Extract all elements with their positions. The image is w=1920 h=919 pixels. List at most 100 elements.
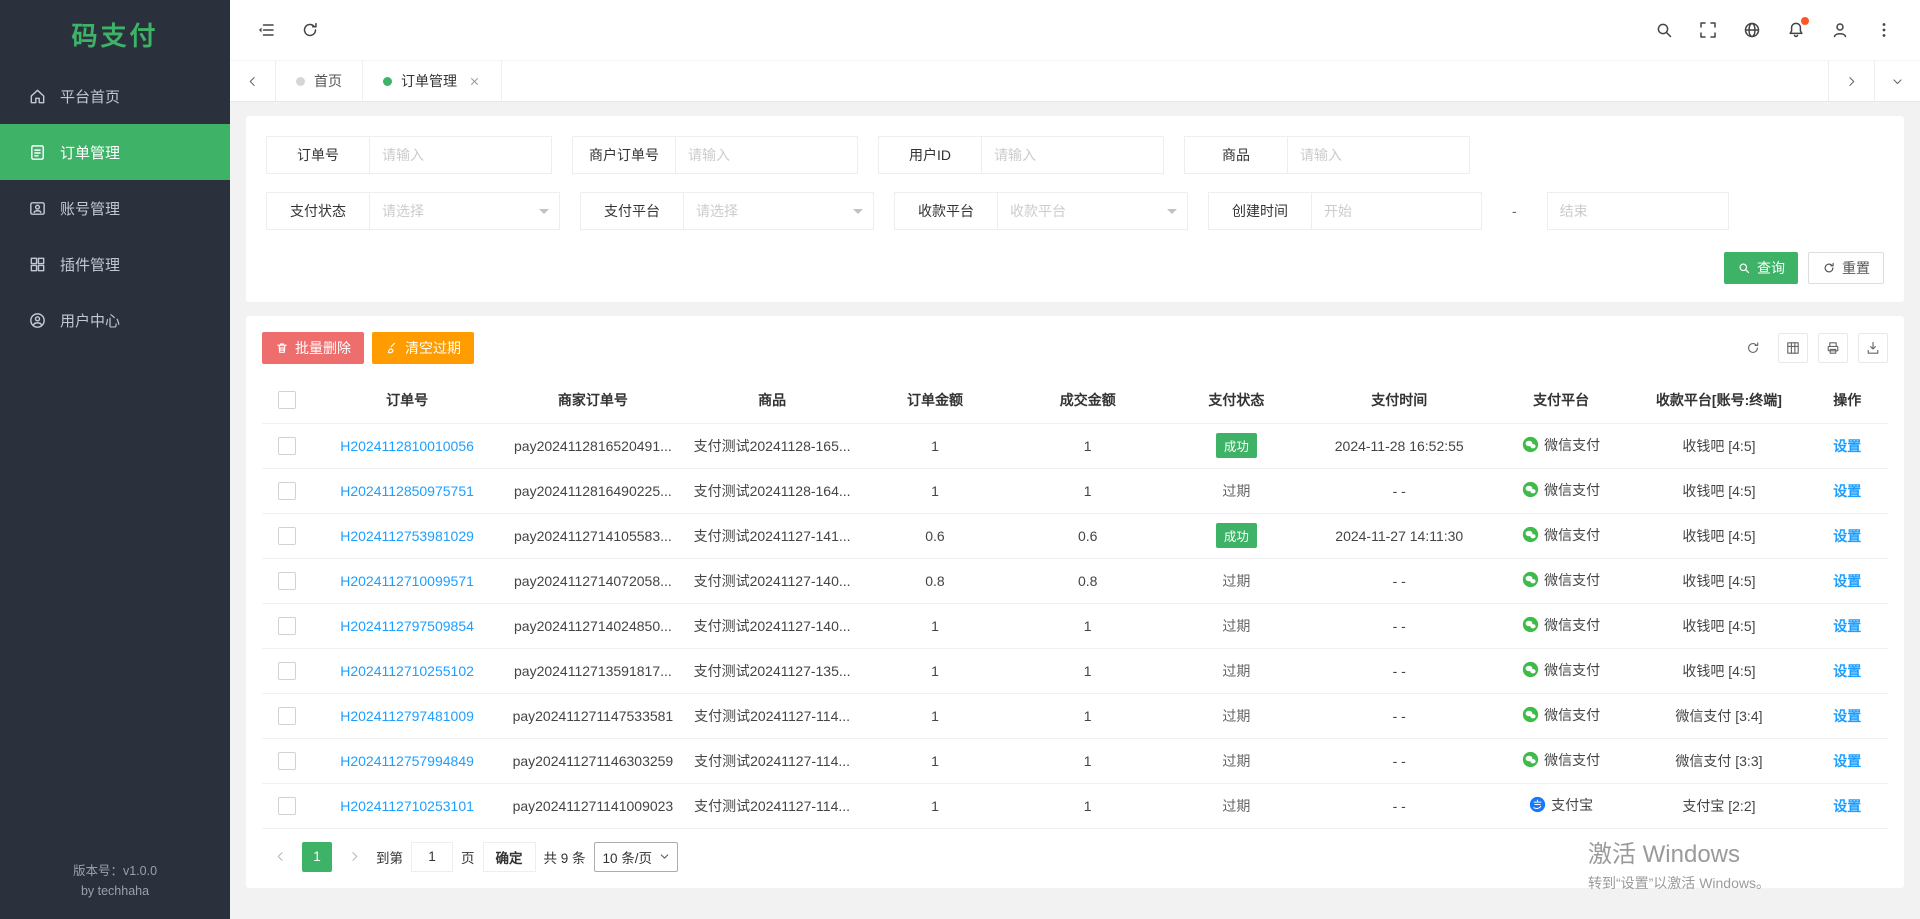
- order-no-link[interactable]: H2024112797481009: [340, 708, 474, 724]
- sidebar-item-account-management[interactable]: 账号管理: [0, 180, 230, 236]
- language-button[interactable]: [1730, 8, 1774, 52]
- tabs-menu-button[interactable]: [1874, 61, 1920, 101]
- tab-label: 订单管理: [401, 71, 457, 91]
- fullscreen-button[interactable]: [1686, 8, 1730, 52]
- order-no-input[interactable]: [370, 136, 552, 174]
- row-checkbox[interactable]: [278, 797, 296, 815]
- select-all-checkbox[interactable]: [278, 391, 296, 409]
- clear-expired-button[interactable]: 清空过期: [372, 332, 474, 364]
- trash-icon: [275, 341, 289, 355]
- broom-icon: [385, 341, 399, 355]
- settings-link[interactable]: 设置: [1833, 663, 1861, 679]
- refresh-icon: [300, 20, 320, 40]
- row-checkbox[interactable]: [278, 527, 296, 545]
- goto-page-input[interactable]: [411, 842, 453, 872]
- product-name: 支付测试20241128-165...: [694, 438, 851, 454]
- confirm-page-button[interactable]: 确定: [483, 842, 536, 872]
- tab-home[interactable]: 首页: [276, 61, 363, 101]
- order-no-link[interactable]: H2024112710255102: [340, 663, 474, 679]
- next-page-button[interactable]: [340, 842, 368, 872]
- filter-label: 支付平台: [580, 192, 684, 230]
- search-button[interactable]: [1642, 8, 1686, 52]
- pay-platform-select[interactable]: 请选择: [684, 192, 874, 230]
- status-text: 过期: [1222, 573, 1250, 589]
- prev-page-button[interactable]: [266, 842, 294, 872]
- order-no-link[interactable]: H2024112850975751: [340, 483, 474, 499]
- start-date-input[interactable]: [1312, 192, 1482, 230]
- notifications-button[interactable]: [1774, 8, 1818, 52]
- order-no-link[interactable]: H2024112757994849: [340, 753, 474, 769]
- settings-link[interactable]: 设置: [1833, 708, 1861, 724]
- settings-link[interactable]: 设置: [1833, 438, 1861, 454]
- settings-link[interactable]: 设置: [1833, 753, 1861, 769]
- page-label: 页: [461, 847, 475, 867]
- main-area: 首页 订单管理 订单号 商户订单号: [230, 0, 1920, 919]
- table-row: H2024112710253101 pay202411271141009023 …: [262, 783, 1888, 828]
- refresh-table-button[interactable]: [1738, 333, 1768, 363]
- sidebar-item-label: 用户中心: [60, 310, 120, 331]
- col-product: 商品: [685, 378, 860, 423]
- sidebar-item-user-center[interactable]: 用户中心: [0, 292, 230, 348]
- row-checkbox[interactable]: [278, 707, 296, 725]
- order-no-link[interactable]: H2024112710099571: [340, 573, 474, 589]
- product-input[interactable]: [1288, 136, 1470, 174]
- settings-link[interactable]: 设置: [1833, 798, 1861, 814]
- settings-link[interactable]: 设置: [1833, 573, 1861, 589]
- settings-link[interactable]: 设置: [1833, 483, 1861, 499]
- merchant-order-no-input[interactable]: [676, 136, 858, 174]
- merchant-order-no: pay202411271146303259: [513, 753, 674, 769]
- batch-delete-button[interactable]: 批量删除: [262, 332, 364, 364]
- more-icon: [1874, 20, 1894, 40]
- order-no-link[interactable]: H2024112753981029: [340, 528, 474, 544]
- filter-actions: 查询 重置: [266, 252, 1884, 284]
- settings-link[interactable]: 设置: [1833, 618, 1861, 634]
- filter-label: 支付状态: [266, 192, 370, 230]
- search-icon: [1737, 261, 1751, 275]
- row-checkbox[interactable]: [278, 662, 296, 680]
- user-id-input[interactable]: [982, 136, 1164, 174]
- end-date-input[interactable]: [1547, 192, 1729, 230]
- collect-platform-select[interactable]: 收款平台: [998, 192, 1188, 230]
- row-checkbox[interactable]: [278, 572, 296, 590]
- user-profile-button[interactable]: [1818, 8, 1862, 52]
- status-text: 过期: [1222, 798, 1250, 814]
- more-options-button[interactable]: [1862, 8, 1906, 52]
- row-checkbox[interactable]: [278, 437, 296, 455]
- order-icon: [28, 143, 47, 162]
- settings-link[interactable]: 设置: [1833, 528, 1861, 544]
- print-button[interactable]: [1818, 333, 1848, 363]
- collect-account: 收钱吧 [4:5]: [1682, 618, 1755, 634]
- tabs-scroll-right-button[interactable]: [1828, 61, 1874, 101]
- column-filter-button[interactable]: [1778, 333, 1808, 363]
- order-no-link[interactable]: H2024112710253101: [340, 798, 474, 814]
- order-no-link[interactable]: H2024112797509854: [340, 618, 474, 634]
- close-tab-button[interactable]: [468, 75, 481, 88]
- version-text: 版本号：v1.0.0: [0, 861, 230, 881]
- query-button[interactable]: 查询: [1724, 252, 1798, 284]
- export-button[interactable]: [1858, 333, 1888, 363]
- page-size-select[interactable]: 10 条/页: [594, 842, 679, 872]
- sidebar-item-platform-home[interactable]: 平台首页: [0, 68, 230, 124]
- tabs-scroll-left-button[interactable]: [230, 61, 276, 101]
- merchant-order-no: pay202411271147533581: [513, 708, 674, 724]
- sidebar-item-order-management[interactable]: 订单管理: [0, 124, 230, 180]
- row-checkbox[interactable]: [278, 752, 296, 770]
- row-checkbox[interactable]: [278, 482, 296, 500]
- collapse-sidebar-button[interactable]: [244, 8, 288, 52]
- col-operation: 操作: [1806, 378, 1888, 423]
- tab-order-management[interactable]: 订单管理: [363, 61, 502, 101]
- sidebar-item-label: 账号管理: [60, 198, 120, 219]
- goto-label: 到第: [376, 847, 403, 867]
- pay-status-select[interactable]: 请选择: [370, 192, 560, 230]
- current-page[interactable]: 1: [302, 842, 332, 872]
- select-placeholder: 请选择: [382, 201, 424, 221]
- status-text: 过期: [1222, 753, 1250, 769]
- row-checkbox[interactable]: [278, 617, 296, 635]
- order-no-link[interactable]: H2024112810010056: [340, 438, 474, 454]
- refresh-page-button[interactable]: [288, 8, 332, 52]
- sidebar-item-plugin-management[interactable]: 插件管理: [0, 236, 230, 292]
- wechat-pay-icon: [1522, 751, 1539, 768]
- chevron-down-icon: [1891, 75, 1904, 88]
- sidebar: 码支付 平台首页 订单管理 账号管理 插件管理 用户中心 版本号：v1.0.0 …: [0, 0, 230, 919]
- reset-button[interactable]: 重置: [1808, 252, 1884, 284]
